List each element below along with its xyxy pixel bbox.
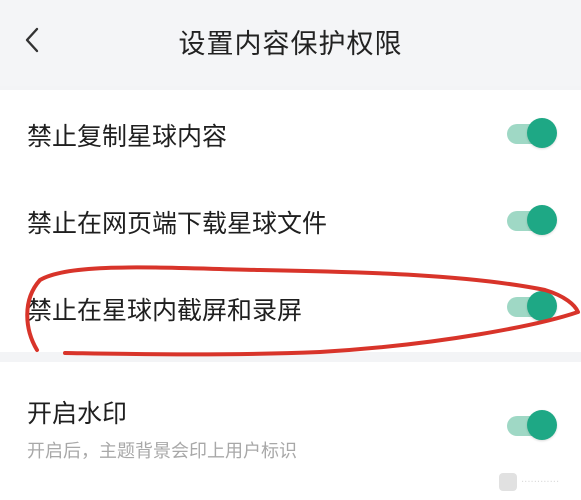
setting-label: 禁止复制星球内容 <box>27 122 228 151</box>
toggle-knob <box>527 410 557 440</box>
setting-row-disable-web-download[interactable]: 禁止在网页端下载星球文件 <box>0 178 581 264</box>
watermark-toggle[interactable] <box>507 410 557 440</box>
setting-row-disable-copy[interactable]: 禁止复制星球内容 <box>0 90 581 178</box>
watermark-settings-group: 开启水印 开启后，主题背景会印上用户标识 <box>0 362 581 500</box>
watermark-text: ············ <box>521 476 560 488</box>
setting-row-disable-screenshot[interactable]: 禁止在星球内截屏和录屏 <box>0 264 581 352</box>
setting-label: 禁止在星球内截屏和录屏 <box>27 296 303 325</box>
page-title: 设置内容保护权限 <box>178 29 403 60</box>
setting-description: 开启后，主题背景会印上用户标识 <box>27 441 297 462</box>
setting-label: 禁止在网页端下载星球文件 <box>27 209 328 238</box>
setting-label: 开启水印 <box>27 399 128 428</box>
disable-screenshot-toggle[interactable] <box>507 291 557 321</box>
toggle-knob <box>527 118 557 148</box>
toggle-knob <box>527 205 557 235</box>
disable-web-download-toggle[interactable] <box>507 205 557 235</box>
setting-row-watermark[interactable]: 开启水印 开启后，主题背景会印上用户标识 <box>0 362 581 500</box>
toggle-knob <box>527 291 557 321</box>
protection-settings-group: 禁止复制星球内容 禁止在网页端下载星球文件 禁止在星球内截屏和录屏 <box>0 90 581 352</box>
app-logo-icon <box>499 473 517 491</box>
nav-header: 设置内容保护权限 <box>0 0 581 86</box>
disable-copy-toggle[interactable] <box>507 118 557 148</box>
watermark-badge: ············ <box>499 470 575 494</box>
